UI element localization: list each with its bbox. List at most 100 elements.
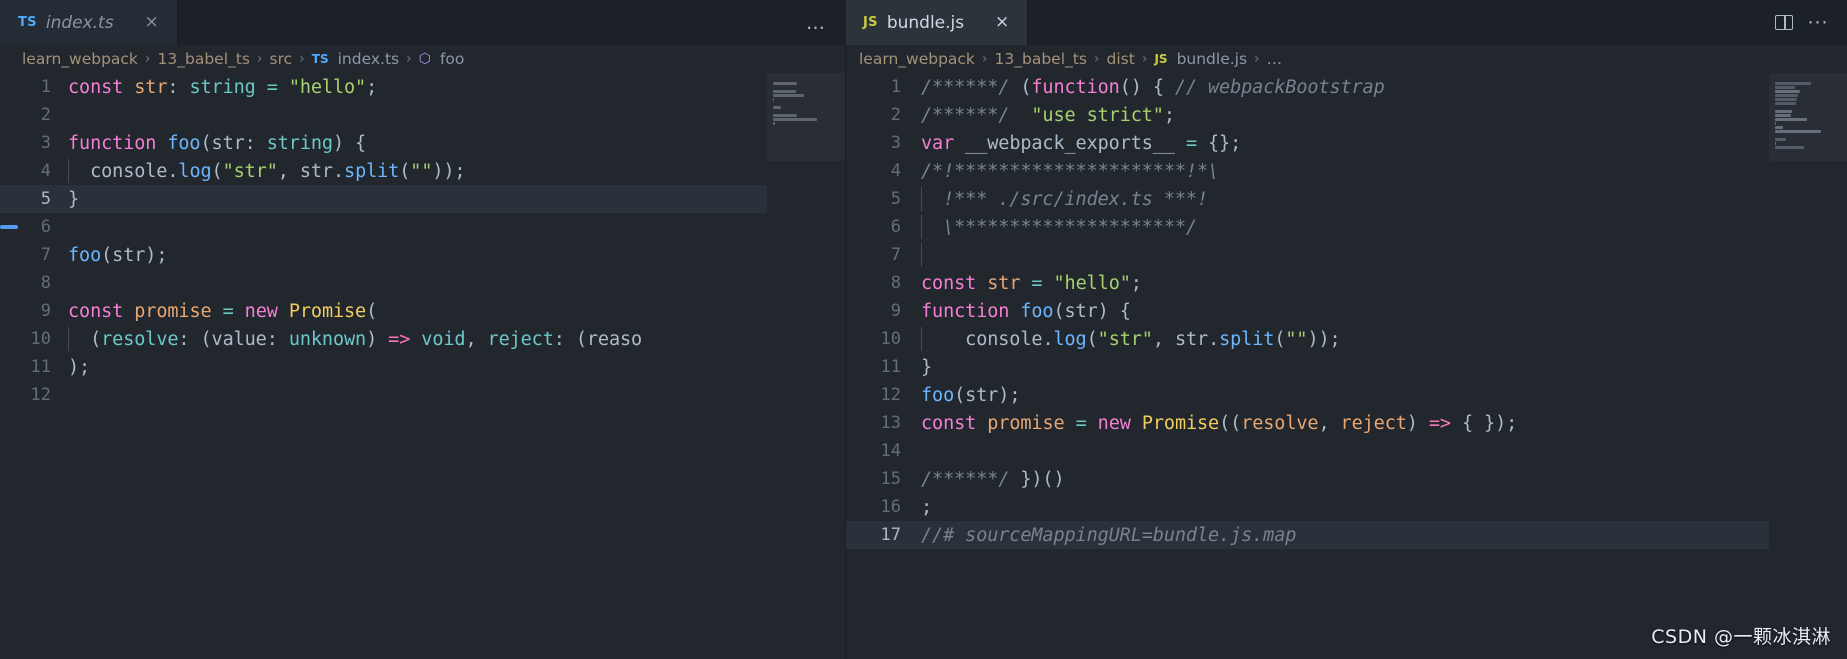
code-line[interactable]: 1 const str: string = "hello";: [0, 73, 845, 101]
code-line[interactable]: 5 !*** ./src/index.ts ***!: [845, 185, 1847, 213]
code-token: =>: [388, 329, 411, 350]
code-token: promise: [987, 412, 1065, 434]
code-line[interactable]: 4 console.log("str", str.split(""));: [0, 157, 845, 185]
line-number: 3: [890, 133, 901, 153]
code-line[interactable]: 7: [845, 241, 1847, 269]
code-line[interactable]: 12 foo(str);: [845, 381, 1847, 409]
code-line[interactable]: 14: [845, 437, 1847, 465]
line-number: 17: [880, 525, 901, 545]
code-text: ;: [921, 497, 932, 518]
code-line[interactable]: 9 const promise = new Promise(: [0, 297, 845, 325]
code-line[interactable]: 2 /******/ "use strict";: [845, 101, 1847, 129]
breadcrumb-item-0[interactable]: learn_webpack: [859, 50, 975, 68]
code-text: const promise = new Promise(: [68, 301, 377, 322]
code-line[interactable]: 2: [0, 101, 845, 129]
code-line[interactable]: 12: [0, 381, 845, 409]
code-line[interactable]: 11}: [845, 353, 1847, 381]
code-line[interactable]: 5}: [0, 185, 845, 213]
more-actions-button[interactable]: ···: [1803, 8, 1833, 38]
breadcrumb-item-1[interactable]: 13_babel_ts: [158, 50, 250, 68]
javascript-file-icon: JS: [1154, 52, 1168, 66]
code-token: new: [244, 300, 278, 322]
line-number: 11: [880, 357, 901, 377]
code-editor-left[interactable]: 1 const str: string = "hello"; 2 3 function …: [0, 73, 845, 659]
code-text: }: [68, 189, 79, 210]
code-token: str: [1064, 300, 1098, 322]
minimap-content: [767, 73, 845, 129]
code-token: console: [965, 329, 1043, 350]
code-token: =: [1020, 272, 1054, 294]
code-text: );: [68, 357, 90, 378]
code-token: const: [921, 272, 977, 294]
code-token: );: [998, 384, 1021, 406]
code-text: console.log("str", str.split(""));: [921, 327, 1341, 351]
breadcrumb-separator: ›: [406, 51, 412, 67]
minimap-line: [1775, 118, 1808, 121]
more-actions-button[interactable]: …: [801, 8, 831, 38]
code-token: "hello": [1053, 272, 1131, 294]
breadcrumb-item-3[interactable]: TS index.ts: [312, 50, 399, 68]
code-line[interactable]: 8 const str = "hello";: [845, 269, 1847, 297]
line-number: 5: [40, 189, 51, 209]
breadcrumb-label: learn_webpack: [22, 50, 138, 68]
watermark: CSDN @一颗冰淇淋: [1651, 626, 1831, 648]
code-token: //# sourceMappingURL=bundle.js.map: [921, 524, 1297, 546]
code-line[interactable]: 13 const promise = new Promise((resolve, …: [845, 409, 1847, 437]
code-text: var __webpack_exports__ = {};: [921, 133, 1241, 154]
code-token: // webpackBootstrap: [1174, 76, 1385, 98]
minimap-line: [1775, 110, 1792, 113]
code-token: ((: [1219, 412, 1242, 434]
code-token: (: [366, 300, 378, 322]
breadcrumb-label: 13_babel_ts: [157, 50, 250, 68]
close-icon[interactable]: ×: [991, 12, 1013, 34]
code-line[interactable]: 3 function foo(str: string) {: [0, 129, 845, 157]
breadcrumb-item-4[interactable]: …: [1267, 50, 1283, 68]
code-token: .: [167, 161, 179, 182]
tab-bundle-js[interactable]: JS bundle.js ×: [845, 0, 1029, 45]
overview-ruler-marker: [0, 225, 18, 229]
code-token: }: [921, 356, 933, 378]
code-line[interactable]: 6 \*********************/: [845, 213, 1847, 241]
minimap-left[interactable]: [767, 73, 845, 659]
code-token: var: [921, 132, 955, 154]
close-icon[interactable]: ×: [141, 12, 163, 34]
code-line[interactable]: 9 function foo(str) {: [845, 297, 1847, 325]
line-number: 16: [880, 497, 901, 517]
code-token: reject: [487, 329, 554, 350]
tab-label: bundle.js: [886, 12, 965, 33]
breadcrumb-item-1[interactable]: 13_babel_ts: [995, 50, 1087, 68]
code-line[interactable]: 7 foo(str);: [0, 241, 845, 269]
code-token: ,: [1318, 412, 1341, 434]
minimap-right[interactable]: [1769, 73, 1847, 659]
code-line[interactable]: 16;: [845, 493, 1847, 521]
code-text: !*** ./src/index.ts ***!: [921, 187, 1208, 211]
breadcrumb-item-2[interactable]: src: [270, 50, 293, 68]
code-line[interactable]: 8: [0, 269, 845, 297]
split-editor-button[interactable]: [1769, 8, 1799, 38]
code-line[interactable]: 1 /******/ (function() { // webpackBootst…: [845, 73, 1847, 101]
code-line[interactable]: 17 //# sourceMappingURL=bundle.js.map: [845, 521, 1847, 549]
breadcrumb-item-0[interactable]: learn_webpack: [22, 50, 138, 68]
breadcrumb-item-2[interactable]: dist: [1107, 50, 1135, 68]
breadcrumb-separator: ›: [256, 51, 263, 67]
tab-index-ts[interactable]: TS index.ts ×: [0, 0, 178, 45]
code-line[interactable]: 10 (resolve: (value: unknown) => void, r…: [0, 325, 845, 353]
code-line[interactable]: 3 var __webpack_exports__ = {};: [845, 129, 1847, 157]
minimap-line: [1775, 94, 1798, 97]
code-line[interactable]: 6: [0, 213, 845, 241]
code-token: (: [101, 244, 113, 266]
code-line[interactable]: 10 console.log("str", str.split(""));: [845, 325, 1847, 353]
tabbar-actions-right: ···: [1755, 0, 1847, 45]
breadcrumb-item-4[interactable]: ⬡ foo: [419, 50, 465, 68]
code-line[interactable]: 15 /******/ })(): [845, 465, 1847, 493]
code-editor-right[interactable]: 1/******/ (function() { // webpackBootst…: [845, 73, 1847, 659]
code-line[interactable]: 4 /*!*********************!*\: [845, 157, 1847, 185]
code-line[interactable]: 11);: [0, 353, 845, 381]
breadcrumb-item-3[interactable]: JS bundle.js: [1154, 50, 1247, 68]
code-text: /******/ })(): [921, 469, 1065, 490]
breadcrumb-label: src: [269, 50, 293, 68]
code-token: (: [1086, 329, 1098, 350]
